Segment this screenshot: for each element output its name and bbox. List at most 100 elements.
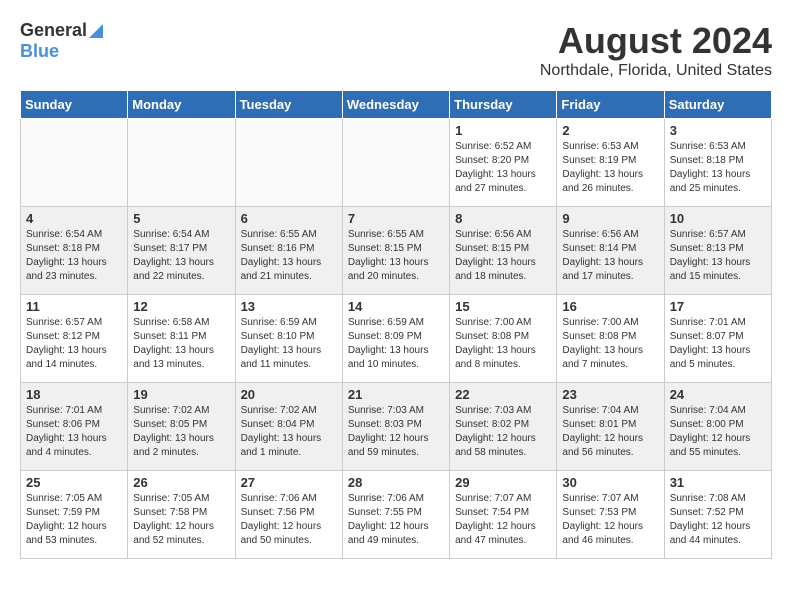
calendar-cell: 20 Sunrise: 7:02 AM Sunset: 8:04 PM Dayli… bbox=[235, 383, 342, 471]
day-info: Sunrise: 6:52 AM Sunset: 8:20 PM Dayligh… bbox=[455, 140, 551, 196]
day-number: 12 bbox=[133, 299, 229, 314]
day-info: Sunrise: 7:06 AM Sunset: 7:55 PM Dayligh… bbox=[348, 492, 444, 548]
day-number: 5 bbox=[133, 211, 229, 226]
calendar-week-row: 18Sunrise: 7:01 AM Sunset: 8:06 PM Dayli… bbox=[21, 383, 772, 471]
calendar-cell: 10 Sunrise: 6:57 AM Sunset: 8:13 PM Dayli… bbox=[664, 207, 771, 295]
weekday-header-monday: Monday bbox=[128, 91, 235, 119]
day-number: 10 bbox=[670, 211, 766, 226]
calendar-cell: 15 Sunrise: 7:00 AM Sunset: 8:08 PM Dayli… bbox=[450, 295, 557, 383]
day-number: 3 bbox=[670, 123, 766, 138]
logo: General Blue bbox=[20, 20, 103, 62]
day-number: 19 bbox=[133, 387, 229, 402]
logo-blue-text: Blue bbox=[20, 41, 59, 62]
day-info: Sunrise: 6:55 AM Sunset: 8:15 PM Dayligh… bbox=[348, 228, 444, 284]
calendar-cell: 24 Sunrise: 7:04 AM Sunset: 8:00 PM Dayli… bbox=[664, 383, 771, 471]
calendar-cell: 21Sunrise: 7:03 AM Sunset: 8:03 PM Dayli… bbox=[342, 383, 449, 471]
day-number: 23 bbox=[562, 387, 658, 402]
calendar-cell: 22Sunrise: 7:03 AM Sunset: 8:02 PM Dayli… bbox=[450, 383, 557, 471]
day-number: 25 bbox=[26, 475, 122, 490]
day-number: 28 bbox=[348, 475, 444, 490]
day-info: Sunrise: 6:53 AM Sunset: 8:18 PM Dayligh… bbox=[670, 140, 766, 196]
day-number: 8 bbox=[455, 211, 551, 226]
day-number: 30 bbox=[562, 475, 658, 490]
day-number: 21 bbox=[348, 387, 444, 402]
day-number: 2 bbox=[562, 123, 658, 138]
day-info: Sunrise: 7:00 AM Sunset: 8:08 PM Dayligh… bbox=[455, 316, 551, 372]
day-info: Sunrise: 6:59 AM Sunset: 8:10 PM Dayligh… bbox=[241, 316, 337, 372]
day-info: Sunrise: 6:53 AM Sunset: 8:19 PM Dayligh… bbox=[562, 140, 658, 196]
calendar-cell bbox=[128, 119, 235, 207]
weekday-header-wednesday: Wednesday bbox=[342, 91, 449, 119]
day-number: 14 bbox=[348, 299, 444, 314]
calendar-cell: 7 Sunrise: 6:55 AM Sunset: 8:15 PM Daylig… bbox=[342, 207, 449, 295]
day-info: Sunrise: 6:57 AM Sunset: 8:12 PM Dayligh… bbox=[26, 316, 122, 372]
day-info: Sunrise: 7:02 AM Sunset: 8:05 PM Dayligh… bbox=[133, 404, 229, 460]
calendar-cell: 27 Sunrise: 7:06 AM Sunset: 7:56 PM Dayli… bbox=[235, 471, 342, 559]
calendar-cell: 9 Sunrise: 6:56 AM Sunset: 8:14 PM Daylig… bbox=[557, 207, 664, 295]
day-info: Sunrise: 6:56 AM Sunset: 8:15 PM Dayligh… bbox=[455, 228, 551, 284]
weekday-header-saturday: Saturday bbox=[664, 91, 771, 119]
day-number: 18 bbox=[26, 387, 122, 402]
day-number: 11 bbox=[26, 299, 122, 314]
calendar-cell: 13 Sunrise: 6:59 AM Sunset: 8:10 PM Dayli… bbox=[235, 295, 342, 383]
calendar-week-row: 4 Sunrise: 6:54 AM Sunset: 8:18 PM Daylig… bbox=[21, 207, 772, 295]
calendar-cell: 29 Sunrise: 7:07 AM Sunset: 7:54 PM Dayli… bbox=[450, 471, 557, 559]
day-info: Sunrise: 6:56 AM Sunset: 8:14 PM Dayligh… bbox=[562, 228, 658, 284]
calendar-cell: 17Sunrise: 7:01 AM Sunset: 8:07 PM Dayli… bbox=[664, 295, 771, 383]
weekday-header-thursday: Thursday bbox=[450, 91, 557, 119]
day-number: 13 bbox=[241, 299, 337, 314]
day-info: Sunrise: 7:07 AM Sunset: 7:53 PM Dayligh… bbox=[562, 492, 658, 548]
day-number: 17 bbox=[670, 299, 766, 314]
calendar-cell: 16Sunrise: 7:00 AM Sunset: 8:08 PM Dayli… bbox=[557, 295, 664, 383]
location-text: Northdale, Florida, United States bbox=[540, 62, 772, 80]
day-number: 4 bbox=[26, 211, 122, 226]
weekday-header-sunday: Sunday bbox=[21, 91, 128, 119]
calendar-cell: 11 Sunrise: 6:57 AM Sunset: 8:12 PM Dayli… bbox=[21, 295, 128, 383]
day-info: Sunrise: 7:02 AM Sunset: 8:04 PM Dayligh… bbox=[241, 404, 337, 460]
day-info: Sunrise: 7:07 AM Sunset: 7:54 PM Dayligh… bbox=[455, 492, 551, 548]
calendar-cell bbox=[235, 119, 342, 207]
calendar-cell: 8 Sunrise: 6:56 AM Sunset: 8:15 PM Daylig… bbox=[450, 207, 557, 295]
day-number: 6 bbox=[241, 211, 337, 226]
day-info: Sunrise: 7:06 AM Sunset: 7:56 PM Dayligh… bbox=[241, 492, 337, 548]
logo-icon bbox=[89, 24, 103, 38]
calendar-cell: 28 Sunrise: 7:06 AM Sunset: 7:55 PM Dayli… bbox=[342, 471, 449, 559]
day-number: 29 bbox=[455, 475, 551, 490]
calendar-cell: 4 Sunrise: 6:54 AM Sunset: 8:18 PM Daylig… bbox=[21, 207, 128, 295]
day-number: 15 bbox=[455, 299, 551, 314]
day-number: 7 bbox=[348, 211, 444, 226]
day-number: 27 bbox=[241, 475, 337, 490]
header: General Blue August 2024 Northdale, Flor… bbox=[20, 20, 772, 80]
calendar-table: SundayMondayTuesdayWednesdayThursdayFrid… bbox=[20, 90, 772, 559]
calendar-cell: 5Sunrise: 6:54 AM Sunset: 8:17 PM Daylig… bbox=[128, 207, 235, 295]
day-info: Sunrise: 6:54 AM Sunset: 8:18 PM Dayligh… bbox=[26, 228, 122, 284]
weekday-header-friday: Friday bbox=[557, 91, 664, 119]
calendar-week-row: 11 Sunrise: 6:57 AM Sunset: 8:12 PM Dayli… bbox=[21, 295, 772, 383]
calendar-cell: 12 Sunrise: 6:58 AM Sunset: 8:11 PM Dayli… bbox=[128, 295, 235, 383]
day-number: 24 bbox=[670, 387, 766, 402]
calendar-cell bbox=[21, 119, 128, 207]
calendar-cell: 2 Sunrise: 6:53 AM Sunset: 8:19 PM Daylig… bbox=[557, 119, 664, 207]
day-info: Sunrise: 6:57 AM Sunset: 8:13 PM Dayligh… bbox=[670, 228, 766, 284]
day-number: 31 bbox=[670, 475, 766, 490]
weekday-header-tuesday: Tuesday bbox=[235, 91, 342, 119]
day-info: Sunrise: 7:05 AM Sunset: 7:59 PM Dayligh… bbox=[26, 492, 122, 548]
calendar-cell: 26Sunrise: 7:05 AM Sunset: 7:58 PM Dayli… bbox=[128, 471, 235, 559]
day-info: Sunrise: 6:55 AM Sunset: 8:16 PM Dayligh… bbox=[241, 228, 337, 284]
day-info: Sunrise: 6:59 AM Sunset: 8:09 PM Dayligh… bbox=[348, 316, 444, 372]
day-number: 9 bbox=[562, 211, 658, 226]
day-number: 22 bbox=[455, 387, 551, 402]
calendar-cell: 23 Sunrise: 7:04 AM Sunset: 8:01 PM Dayli… bbox=[557, 383, 664, 471]
day-info: Sunrise: 7:00 AM Sunset: 8:08 PM Dayligh… bbox=[562, 316, 658, 372]
logo-general-text: General bbox=[20, 20, 87, 41]
day-info: Sunrise: 7:04 AM Sunset: 8:00 PM Dayligh… bbox=[670, 404, 766, 460]
day-info: Sunrise: 7:08 AM Sunset: 7:52 PM Dayligh… bbox=[670, 492, 766, 548]
day-info: Sunrise: 6:58 AM Sunset: 8:11 PM Dayligh… bbox=[133, 316, 229, 372]
weekday-header-row: SundayMondayTuesdayWednesdayThursdayFrid… bbox=[21, 91, 772, 119]
calendar-cell: 14 Sunrise: 6:59 AM Sunset: 8:09 PM Dayli… bbox=[342, 295, 449, 383]
calendar-cell: 18Sunrise: 7:01 AM Sunset: 8:06 PM Dayli… bbox=[21, 383, 128, 471]
calendar-cell: 6 Sunrise: 6:55 AM Sunset: 8:16 PM Daylig… bbox=[235, 207, 342, 295]
day-info: Sunrise: 7:04 AM Sunset: 8:01 PM Dayligh… bbox=[562, 404, 658, 460]
day-number: 20 bbox=[241, 387, 337, 402]
calendar-cell: 19 Sunrise: 7:02 AM Sunset: 8:05 PM Dayli… bbox=[128, 383, 235, 471]
